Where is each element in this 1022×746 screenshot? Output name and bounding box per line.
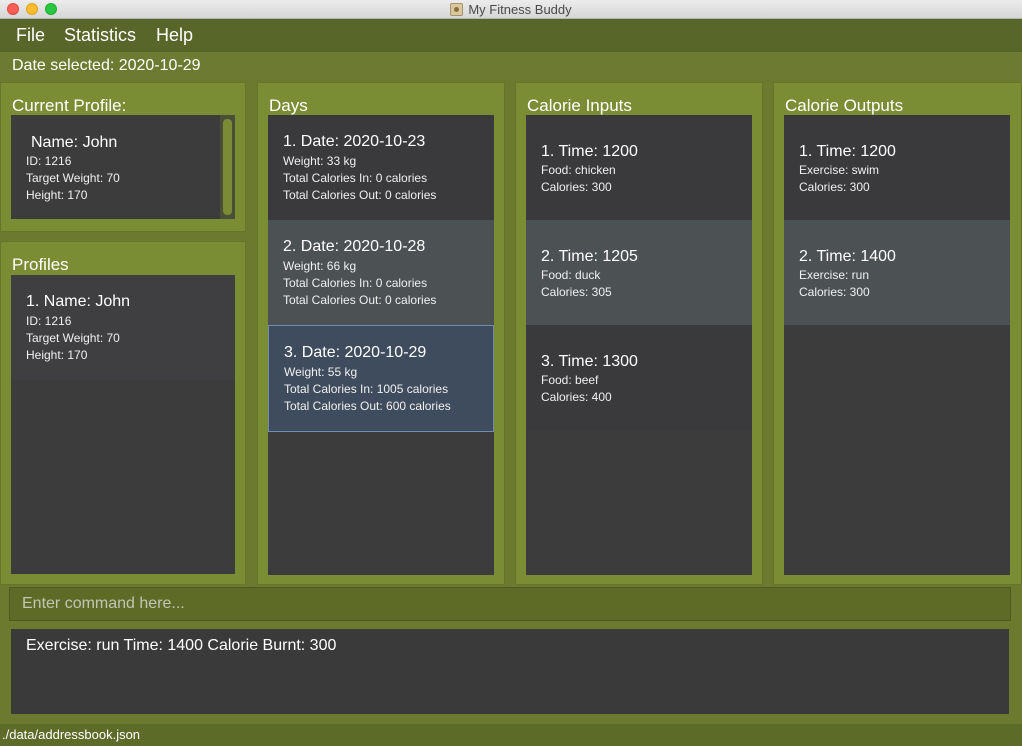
calorie-input-card[interactable]: 3. Time: 1300 Food: beef Calories: 400	[526, 325, 752, 430]
current-profile-target-weight: Target Weight: 70	[26, 171, 120, 185]
menu-file[interactable]: File	[16, 25, 45, 46]
command-input[interactable]	[9, 587, 1011, 621]
profile-card-height: Height: 170	[26, 348, 88, 362]
data-file-path: ./data/addressbook.json	[2, 727, 141, 742]
menu-statistics[interactable]: Statistics	[64, 25, 136, 46]
day-card-calories-in: Total Calories In: 0 calories	[283, 171, 428, 185]
calorie-input-time: 3. Time: 1300	[541, 353, 638, 370]
day-card-calories-in: Total Calories In: 1005 calories	[284, 382, 449, 396]
day-card[interactable]: 1. Date: 2020-10-23 Weight: 33 kg Total …	[268, 115, 494, 220]
calorie-input-card[interactable]: 2. Time: 1205 Food: duck Calories: 305	[526, 220, 752, 325]
days-title: Days	[269, 96, 308, 115]
title-bar: My Fitness Buddy	[0, 0, 1022, 19]
result-text: Exercise: run Time: 1400 Calorie Burnt: …	[26, 637, 337, 654]
calorie-input-calories: Calories: 305	[541, 285, 612, 299]
day-card-calories-out: Total Calories Out: 600 calories	[284, 399, 451, 413]
profiles-list[interactable]: 1. Name: John ID: 1216 Target Weight: 70…	[11, 275, 235, 574]
current-profile-card: Name: John ID: 1216 Target Weight: 70 He…	[11, 115, 220, 219]
calorie-input-food: Food: chicken	[541, 163, 616, 177]
calorie-input-food: Food: beef	[541, 373, 599, 387]
current-profile-scrollbar-thumb[interactable]	[223, 119, 232, 215]
menu-bar: File Statistics Help	[0, 19, 1022, 52]
window-title: My Fitness Buddy	[468, 2, 572, 17]
calorie-input-food: Food: duck	[541, 268, 601, 282]
day-card-calories-out: Total Calories Out: 0 calories	[283, 293, 437, 307]
day-card-date: 3. Date: 2020-10-29	[284, 344, 427, 361]
calorie-output-time: 2. Time: 1400	[799, 248, 896, 265]
day-card-weight: Weight: 66 kg	[283, 259, 357, 273]
calorie-inputs-list[interactable]: 1. Time: 1200 Food: chicken Calories: 30…	[526, 115, 752, 575]
day-card-weight: Weight: 55 kg	[284, 365, 358, 379]
menu-help[interactable]: Help	[156, 25, 193, 46]
calorie-outputs-title: Calorie Outputs	[785, 96, 904, 115]
profile-card[interactable]: 1. Name: John ID: 1216 Target Weight: 70…	[11, 275, 235, 380]
day-card-date: 1. Date: 2020-10-23	[283, 133, 426, 150]
result-display: Exercise: run Time: 1400 Calorie Burnt: …	[11, 629, 1009, 714]
profile-card-target-weight: Target Weight: 70	[26, 331, 120, 345]
calorie-output-card[interactable]: 2. Time: 1400 Exercise: run Calories: 30…	[784, 220, 1010, 325]
calorie-input-card[interactable]: 1. Time: 1200 Food: chicken Calories: 30…	[526, 115, 752, 220]
date-selected-bar: Date selected: 2020-10-29	[0, 52, 1022, 80]
calorie-input-calories: Calories: 300	[541, 180, 612, 194]
day-card-selected[interactable]: 3. Date: 2020-10-29 Weight: 55 kg Total …	[268, 325, 494, 432]
profile-card-id: ID: 1216	[26, 314, 72, 328]
day-card-calories-out: Total Calories Out: 0 calories	[283, 188, 437, 202]
calorie-output-time: 1. Time: 1200	[799, 143, 896, 160]
app-icon	[450, 3, 464, 16]
calorie-output-calories: Calories: 300	[799, 285, 870, 299]
calorie-output-exercise: Exercise: run	[799, 268, 870, 282]
status-bar: ./data/addressbook.json	[0, 724, 1022, 746]
calorie-input-time: 1. Time: 1200	[541, 143, 638, 160]
calorie-output-exercise: Exercise: swim	[799, 163, 880, 177]
current-profile-title: Current Profile:	[12, 96, 127, 115]
calorie-input-calories: Calories: 400	[541, 390, 612, 404]
calorie-inputs-title: Calorie Inputs	[527, 96, 632, 115]
calorie-output-calories: Calories: 300	[799, 180, 870, 194]
day-card-date: 2. Date: 2020-10-28	[283, 238, 426, 255]
calorie-outputs-list[interactable]: 1. Time: 1200 Exercise: swim Calories: 3…	[784, 115, 1010, 575]
day-card-calories-in: Total Calories In: 0 calories	[283, 276, 428, 290]
current-profile-name: Name: John	[31, 134, 118, 151]
profile-card-name: 1. Name: John	[26, 293, 131, 310]
current-profile-id: ID: 1216	[26, 154, 72, 168]
days-list[interactable]: 1. Date: 2020-10-23 Weight: 33 kg Total …	[268, 115, 494, 575]
calorie-input-time: 2. Time: 1205	[541, 248, 638, 265]
date-selected-label: Date selected: 2020-10-29	[12, 57, 201, 74]
profiles-title: Profiles	[12, 255, 69, 274]
day-card[interactable]: 2. Date: 2020-10-28 Weight: 66 kg Total …	[268, 220, 494, 325]
day-card-weight: Weight: 33 kg	[283, 154, 357, 168]
calorie-output-card[interactable]: 1. Time: 1200 Exercise: swim Calories: 3…	[784, 115, 1010, 220]
window-title-wrap: My Fitness Buddy	[0, 2, 1022, 17]
current-profile-height: Height: 170	[26, 188, 88, 202]
